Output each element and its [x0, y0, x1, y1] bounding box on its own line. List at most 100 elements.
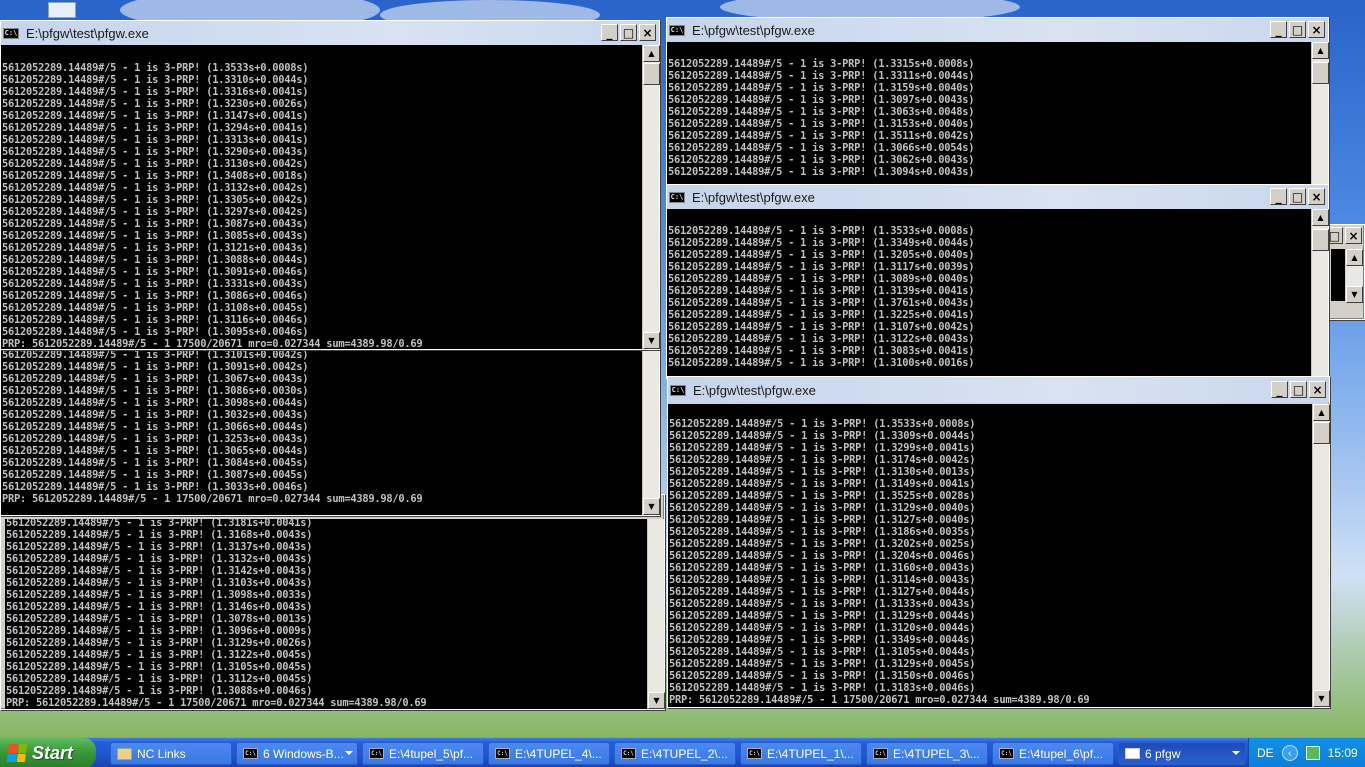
- console-line: 5612052289.14489#/5 - 1 is 3-PRP! (1.351…: [668, 130, 975, 142]
- vertical-scrollbar[interactable]: ▲: [1311, 209, 1329, 378]
- console-line: 5612052289.14489#/5 - 1 is 3-PRP! (1.310…: [6, 577, 313, 589]
- window-title: E:\pfgw\test\pfgw.exe: [692, 189, 815, 205]
- minimize-button[interactable]: _: [601, 24, 618, 41]
- title-bar[interactable]: C:\ E:\pfgw\test\pfgw.exe _ □ ×: [667, 18, 1328, 42]
- hidden-window-edge[interactable]: □ × ▲ ▼: [1326, 224, 1365, 320]
- console-icon: C:\: [621, 748, 636, 759]
- console-line: 5612052289.14489#/5 - 1 is 3-PRP! (1.316…: [669, 562, 976, 574]
- scroll-up-arrow-icon[interactable]: ▲: [1312, 42, 1329, 59]
- taskbar-item-label: 6 pfgw: [1145, 746, 1181, 761]
- scroll-thumb[interactable]: [1313, 422, 1330, 444]
- console-line: 5612052289.14489#/5 - 1 is 3-PRP! (1.340…: [2, 170, 309, 182]
- maximize-button[interactable]: □: [620, 24, 637, 41]
- console-icon: C:\: [873, 748, 888, 759]
- scroll-up-arrow-icon[interactable]: ▲: [1346, 249, 1363, 266]
- scroll-down-arrow-icon[interactable]: ▼: [643, 332, 660, 349]
- vertical-scrollbar[interactable]: ▼: [647, 519, 665, 709]
- minimize-button[interactable]: _: [1271, 381, 1288, 398]
- taskbar-item-4tupel-5[interactable]: C:\ E:\4tupel_5\pf...: [362, 742, 484, 765]
- vertical-scrollbar[interactable]: ▲: [1311, 42, 1329, 184]
- scroll-down-arrow-icon[interactable]: ▼: [1313, 690, 1330, 707]
- console-line: 5612052289.14489#/5 - 1 is 3-PRP! (1.330…: [669, 430, 976, 442]
- title-bar[interactable]: C:\ E:\pfgw\test\pfgw.exe _ □ ×: [1, 21, 659, 45]
- taskbar-item-windows-group[interactable]: C:\ 6 Windows-B...: [236, 742, 358, 765]
- maximize-button[interactable]: □: [1289, 188, 1306, 205]
- close-button[interactable]: ×: [639, 24, 656, 41]
- console-line: 5612052289.14489#/5 - 1 is 3-PRP! (1.331…: [2, 134, 309, 146]
- desktop-icon[interactable]: [48, 2, 76, 18]
- vertical-scrollbar[interactable]: ▼: [642, 351, 660, 515]
- console-window-6[interactable]: C:\ E:\pfgw\test\pfgw.exe _ □ × 56120522…: [667, 376, 1330, 708]
- console-line: 5612052289.14489#/5 - 1 is 3-PRP! (1.308…: [2, 469, 309, 481]
- scroll-down-arrow-icon[interactable]: ▼: [643, 498, 660, 515]
- console-line: 5612052289.14489#/5 - 1 is 3-PRP! (1.320…: [669, 538, 976, 550]
- vertical-scrollbar[interactable]: ▲ ▼: [1312, 404, 1330, 707]
- close-button[interactable]: ×: [1308, 188, 1325, 205]
- minimize-button[interactable]: _: [1270, 188, 1287, 205]
- console-line: 5612052289.14489#/5 - 1 is 3-PRP! (1.311…: [2, 314, 309, 326]
- console-area: [1331, 249, 1345, 301]
- status-line: PRP: 5612052289.14489#/5 - 1 17500/20671…: [669, 694, 1090, 706]
- title-bar[interactable]: C:\ E:\pfgw\test\pfgw.exe _ □ ×: [667, 185, 1328, 209]
- system-tray: DE ‹ 15:09: [1248, 738, 1365, 767]
- console-output[interactable]: 5612052289.14489#/5 - 1 is 3-PRP! (1.353…: [1, 45, 642, 349]
- scroll-up-arrow-icon[interactable]: ▲: [1312, 209, 1329, 226]
- clock[interactable]: 15:09: [1328, 746, 1358, 760]
- close-button[interactable]: ×: [1308, 21, 1325, 38]
- console-line: 5612052289.14489#/5 - 1 is 3-PRP! (1.308…: [668, 273, 975, 285]
- title-bar[interactable]: C:\ E:\pfgw\test\pfgw.exe _ □ ×: [668, 377, 1329, 403]
- taskbar-item-4tupel-1[interactable]: C:\ E:\4TUPEL_1\...: [740, 742, 862, 765]
- console-line: 5612052289.14489#/5 - 1 is 3-PRP! (1.313…: [2, 182, 309, 194]
- taskbar-item-4tupel-6[interactable]: C:\ E:\4tupel_6\pf...: [992, 742, 1114, 765]
- taskbar-item-nc-links[interactable]: NC Links: [110, 742, 232, 765]
- scroll-thumb[interactable]: [1312, 62, 1329, 84]
- console-line: 5612052289.14489#/5 - 1 is 3-PRP! (1.306…: [2, 445, 309, 457]
- scroll-up-arrow-icon[interactable]: ▲: [1313, 404, 1330, 421]
- console-line: 5612052289.14489#/5 - 1 is 3-PRP! (1.309…: [2, 326, 309, 338]
- console-line: 5612052289.14489#/5 - 1 is 3-PRP! (1.310…: [2, 302, 309, 314]
- scroll-up-arrow-icon[interactable]: ▲: [643, 45, 660, 62]
- taskbar-item-4tupel-3[interactable]: C:\ E:\4TUPEL_3\...: [866, 742, 988, 765]
- network-icon[interactable]: [1305, 746, 1320, 760]
- maximize-button[interactable]: □: [1290, 381, 1307, 398]
- console-window-5[interactable]: C:\ E:\pfgw\test\pfgw.exe _ □ × 56120522…: [666, 184, 1329, 379]
- console-window-1[interactable]: C:\ E:\pfgw\test\pfgw.exe _ □ × 56120522…: [0, 20, 660, 350]
- tray-expand-icon[interactable]: ‹: [1281, 745, 1298, 761]
- vertical-scrollbar[interactable]: ▲ ▼: [642, 45, 660, 349]
- taskbar-item-pfgw-group[interactable]: 6 pfgw: [1118, 742, 1246, 765]
- console-output[interactable]: 5612052289.14489#/5 - 1 is 3-PRP! (1.318…: [5, 519, 647, 709]
- console-icon: C:\: [369, 748, 384, 759]
- scroll-down-arrow-icon[interactable]: ▼: [648, 692, 665, 709]
- taskbar: Start NC Links C:\ 6 Windows-B... C:\ E:…: [0, 737, 1365, 767]
- console-line: 5612052289.14489#/5 - 1 is 3-PRP! (1.310…: [669, 646, 976, 658]
- scroll-thumb[interactable]: [643, 63, 660, 85]
- taskbar-item-label: E:\4TUPEL_1\...: [767, 746, 854, 761]
- console-window-3[interactable]: 5612052289.14489#/5 - 1 is 3-PRP! (1.318…: [0, 494, 665, 710]
- console-window-4[interactable]: C:\ E:\pfgw\test\pfgw.exe _ □ × 56120522…: [666, 17, 1329, 185]
- minimize-button[interactable]: _: [1270, 21, 1287, 38]
- console-line: 5612052289.14489#/5 - 1 is 3-PRP! (1.318…: [669, 526, 976, 538]
- console-line: 5612052289.14489#/5 - 1 is 3-PRP! (1.318…: [6, 519, 313, 529]
- scroll-thumb[interactable]: [1312, 229, 1329, 251]
- close-button[interactable]: ×: [1309, 381, 1326, 398]
- start-button[interactable]: Start: [0, 738, 96, 767]
- window-title: E:\pfgw\test\pfgw.exe: [693, 382, 816, 398]
- taskbar-item-4tupel-2[interactable]: C:\ E:\4TUPEL_2\...: [614, 742, 736, 765]
- close-button[interactable]: ×: [1345, 227, 1362, 244]
- console-output[interactable]: 5612052289.14489#/5 - 1 is 3-PRP! (1.353…: [667, 209, 1311, 378]
- taskbar-item-4tupel-4[interactable]: C:\ E:\4TUPEL_4\...: [488, 742, 610, 765]
- console-window-2[interactable]: 5612052289.14489#/5 - 1 is 3-PRP! (1.311…: [0, 326, 660, 516]
- console-output[interactable]: 5612052289.14489#/5 - 1 is 3-PRP! (1.331…: [667, 42, 1311, 184]
- console-line: 5612052289.14489#/5 - 1 is 3-PRP! (1.303…: [2, 481, 309, 493]
- console-line: 5612052289.14489#/5 - 1 is 3-PRP! (1.331…: [2, 74, 309, 86]
- console-line: 5612052289.14489#/5 - 1 is 3-PRP! (1.315…: [669, 670, 976, 682]
- console-line: 5612052289.14489#/5 - 1 is 3-PRP! (1.313…: [669, 466, 976, 478]
- console-output[interactable]: 5612052289.14489#/5 - 1 is 3-PRP! (1.311…: [1, 351, 642, 515]
- scrollbar[interactable]: ▲ ▼: [1346, 249, 1363, 303]
- language-indicator[interactable]: DE: [1257, 746, 1274, 760]
- console-output[interactable]: 5612052289.14489#/5 - 1 is 3-PRP! (1.353…: [668, 404, 1312, 707]
- console-line: 5612052289.14489#/5 - 1 is 3-PRP! (1.314…: [2, 110, 309, 122]
- scroll-down-arrow-icon[interactable]: ▼: [1346, 286, 1363, 303]
- maximize-button[interactable]: □: [1289, 21, 1306, 38]
- taskbar-item-label: E:\4tupel_5\pf...: [389, 746, 474, 761]
